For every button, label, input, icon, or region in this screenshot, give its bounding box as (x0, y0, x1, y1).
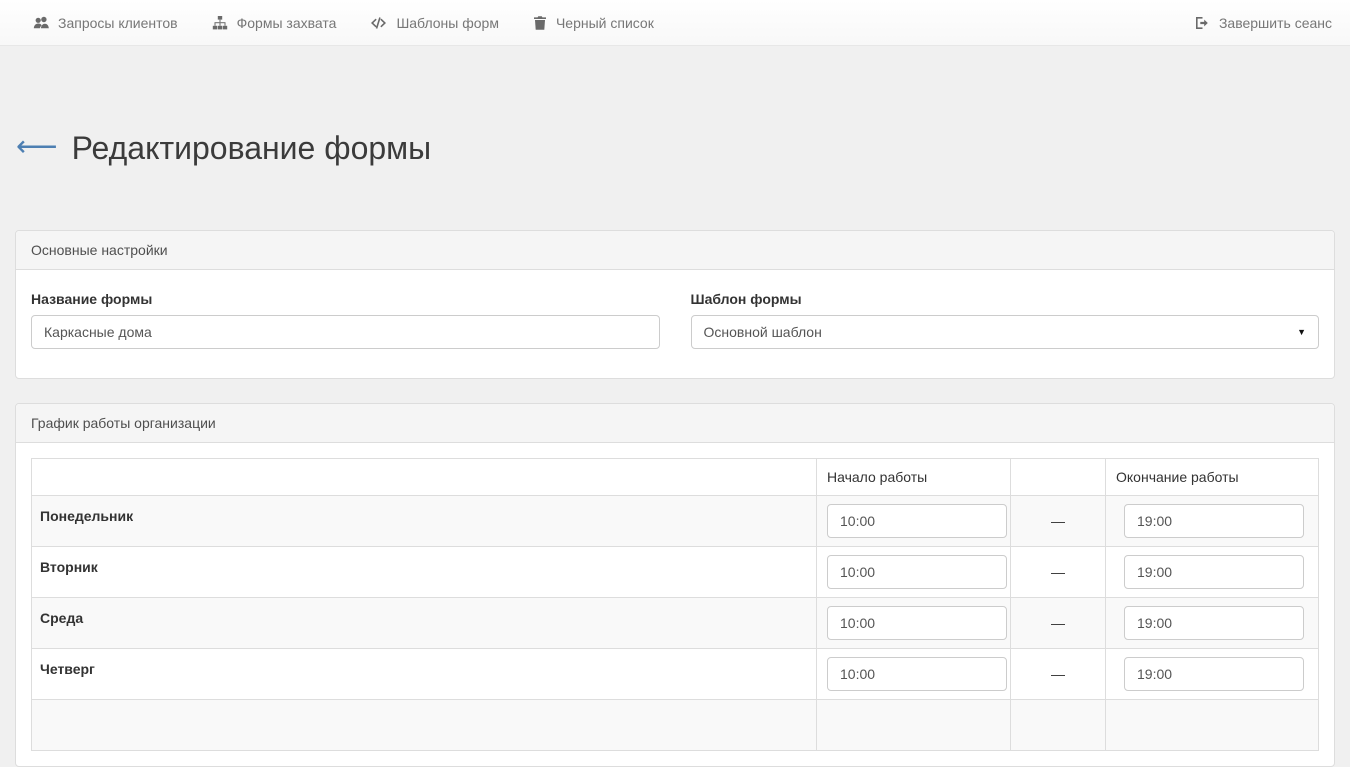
day-label: Понедельник (32, 496, 817, 547)
nav-item-blacklist[interactable]: Черный список (533, 15, 654, 31)
time-range-dash: — (1011, 649, 1106, 700)
time-range-dash: — (1011, 496, 1106, 547)
nav-item-label: Запросы клиентов (58, 15, 178, 31)
day-label: Вторник (32, 547, 817, 598)
chevron-down-icon: ▼ (1297, 328, 1306, 337)
day-label: Четверг (32, 649, 817, 700)
start-time-input[interactable] (827, 606, 1007, 640)
nav-item-logout[interactable]: Завершить сеанс (1194, 15, 1332, 31)
work-schedule-panel-body: Начало работы Окончание работы Понедельн… (16, 443, 1334, 766)
users-icon (33, 15, 49, 31)
end-time-input[interactable] (1124, 606, 1304, 640)
work-schedule-panel-title: График работы организации (16, 404, 1334, 443)
sitemap-icon (212, 15, 228, 31)
time-range-dash: — (1011, 598, 1106, 649)
page-header: ⟵ Редактирование формы (16, 110, 1335, 188)
schedule-table: Начало работы Окончание работы Понедельн… (31, 458, 1319, 751)
basic-settings-panel: Основные настройки Название формы Шаблон… (15, 230, 1335, 379)
separator-column-header (1011, 459, 1106, 496)
day-label: Среда (32, 598, 817, 649)
trash-icon (533, 15, 547, 31)
end-time-input[interactable] (1124, 555, 1304, 589)
basic-settings-panel-body: Название формы Шаблон формы Основной шаб… (16, 270, 1334, 378)
start-time-input[interactable] (827, 555, 1007, 589)
end-time-input[interactable] (1124, 657, 1304, 691)
form-template-group: Шаблон формы Основной шаблон ▼ (691, 285, 1320, 349)
start-time-input[interactable] (827, 504, 1007, 538)
template-select[interactable]: Основной шаблон ▼ (691, 315, 1320, 349)
table-row-tuesday: Вторник — (32, 547, 1319, 598)
nav-item-label: Шаблоны форм (396, 15, 499, 31)
work-schedule-panel: График работы организации Начало работы … (15, 403, 1335, 767)
back-arrow-icon[interactable]: ⟵ (16, 133, 58, 166)
nav-item-form-templates[interactable]: Шаблоны форм (370, 15, 499, 31)
nav-item-label: Формы захвата (237, 15, 337, 31)
page-title: Редактирование формы (72, 131, 432, 166)
day-column-header (32, 459, 817, 496)
end-column-header: Окончание работы (1106, 459, 1319, 496)
nav-item-capture-forms[interactable]: Формы захвата (212, 15, 337, 31)
table-row-wednesday: Среда — (32, 598, 1319, 649)
start-column-header: Начало работы (817, 459, 1011, 496)
table-row-thursday: Четверг — (32, 649, 1319, 700)
table-row-monday: Понедельник — (32, 496, 1319, 547)
form-name-input[interactable] (31, 315, 660, 349)
basic-settings-panel-title: Основные настройки (16, 231, 1334, 270)
form-name-group: Название формы (31, 285, 660, 349)
nav-item-label: Завершить сеанс (1219, 15, 1332, 31)
table-header-row: Начало работы Окончание работы (32, 459, 1319, 496)
form-template-label: Шаблон формы (691, 291, 1320, 307)
code-icon (370, 15, 387, 31)
nav-item-label: Черный список (556, 15, 654, 31)
top-navbar: Запросы клиентов Формы захвата Шаблоны ф… (0, 0, 1350, 46)
nav-item-client-requests[interactable]: Запросы клиентов (33, 15, 178, 31)
template-select-value: Основной шаблон (704, 324, 822, 340)
form-name-label: Название формы (31, 291, 660, 307)
start-time-input[interactable] (827, 657, 1007, 691)
time-range-dash: — (1011, 547, 1106, 598)
end-time-input[interactable] (1124, 504, 1304, 538)
sign-out-icon (1194, 15, 1210, 31)
main-content: ⟵ Редактирование формы Основные настройк… (0, 110, 1350, 767)
table-row-partial (32, 700, 1319, 751)
